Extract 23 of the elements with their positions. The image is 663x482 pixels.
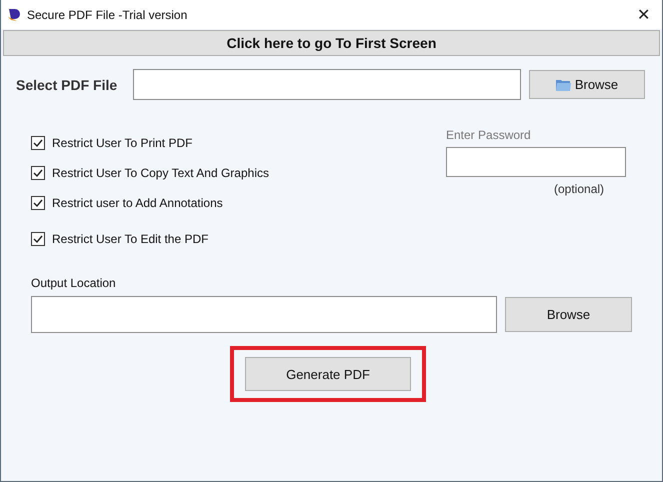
- checkbox[interactable]: [31, 196, 45, 210]
- checkbox-label: Restrict User To Edit the PDF: [52, 232, 208, 246]
- checkbox-label: Restrict user to Add Annotations: [52, 196, 223, 210]
- checkbox[interactable]: [31, 166, 45, 180]
- browse-button[interactable]: Browse: [505, 297, 632, 332]
- password-field[interactable]: [446, 147, 626, 177]
- output-location-label: Output Location: [31, 276, 117, 290]
- optional-hint: (optional): [554, 182, 606, 196]
- window-title: Secure PDF File -Trial version: [27, 8, 188, 22]
- folder-icon: [556, 78, 571, 90]
- checkbox-label: Restrict User To Print PDF: [52, 136, 192, 150]
- app-logo-icon: [7, 8, 21, 22]
- output-path-field[interactable]: [31, 296, 497, 333]
- browse-button[interactable]: Browse: [529, 70, 645, 99]
- first-screen-button[interactable]: Click here to go To First Screen: [3, 30, 660, 56]
- checkbox-label: Restrict User To Copy Text And Graphics: [52, 166, 269, 180]
- close-button[interactable]: ✕: [633, 4, 654, 24]
- checkbox[interactable]: [31, 136, 45, 150]
- generate-pdf-button[interactable]: Generate PDF: [245, 357, 411, 391]
- password-label: Enter Password: [446, 128, 532, 142]
- checkbox[interactable]: [31, 232, 45, 246]
- select-file-label: Select PDF File: [16, 76, 118, 92]
- file-path-field[interactable]: [133, 69, 521, 100]
